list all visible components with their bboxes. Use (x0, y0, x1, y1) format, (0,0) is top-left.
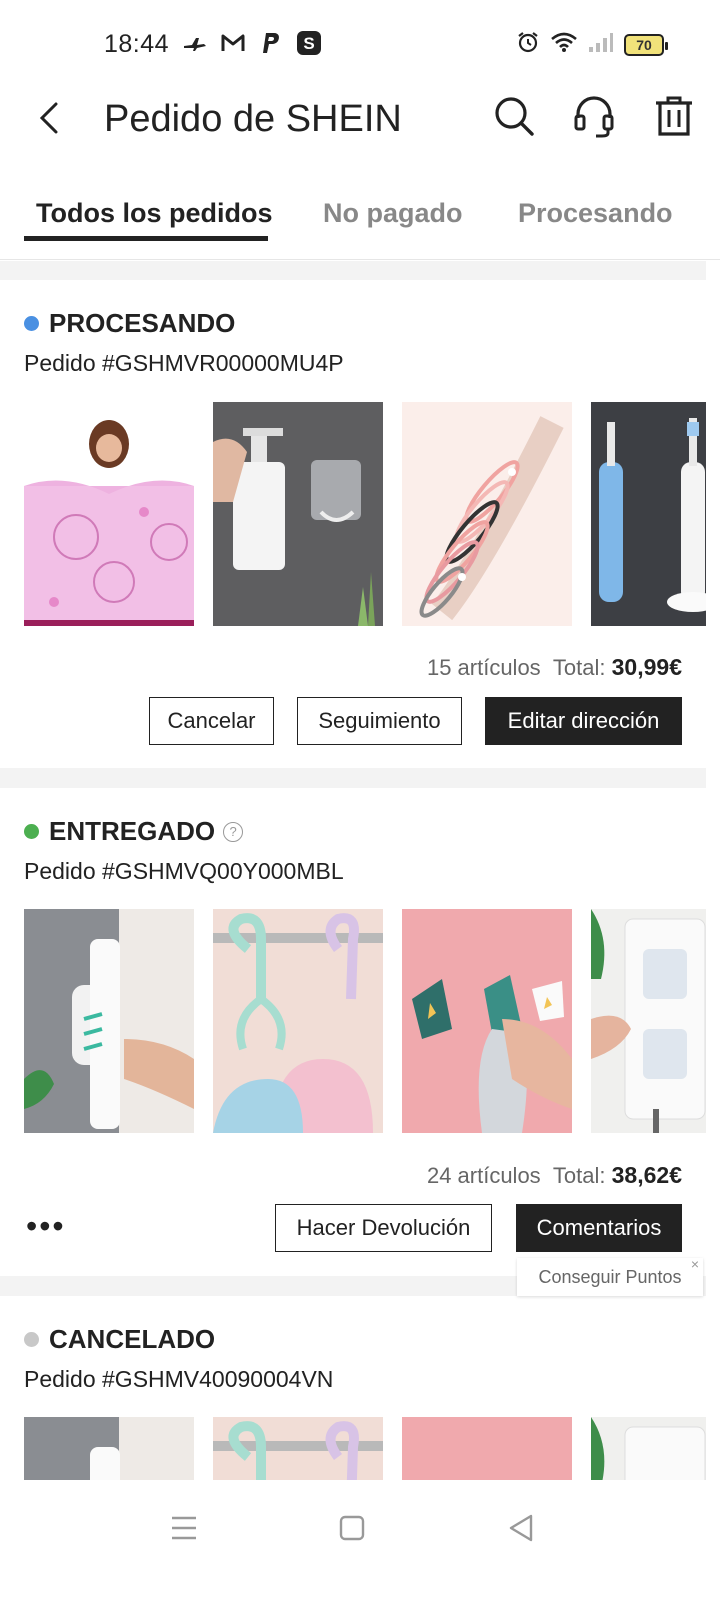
paypal-icon (258, 30, 284, 56)
status-time: 18:44 (104, 30, 170, 58)
product-thumbnails[interactable] (24, 909, 706, 1133)
order-status: ENTREGADO ? (24, 816, 244, 847)
order-card: CANCELADO Pedido #GSHMV40090004VN (0, 1296, 706, 1480)
product-image-wall-socket-holder[interactable] (591, 1417, 706, 1480)
status-label: ENTREGADO (49, 816, 216, 846)
status-label: PROCESANDO (49, 308, 236, 338)
product-image-power-strip-holder[interactable] (24, 1417, 194, 1480)
status-label: CANCELADO (49, 1324, 216, 1354)
home-square-icon[interactable] (332, 1508, 372, 1548)
help-icon[interactable]: ? (223, 821, 244, 842)
order-summary: 24 artículos Total: 38,62€ (427, 1162, 682, 1189)
system-nav-bar (0, 1480, 720, 1600)
product-thumbnails[interactable] (24, 402, 706, 626)
order-status: CANCELADO (24, 1324, 215, 1355)
total-label: Total: (552, 655, 606, 680)
status-bar: 18:44 S 70 (0, 0, 720, 88)
active-tab-indicator (24, 236, 268, 241)
edit-address-button[interactable]: Editar dirección (485, 697, 682, 745)
order-total: 38,62€ (611, 1162, 682, 1188)
back-arrow-icon[interactable] (30, 98, 70, 138)
total-label: Total: (552, 1163, 606, 1188)
trash-icon[interactable] (652, 94, 696, 138)
plane-icon (182, 30, 208, 56)
order-card: ENTREGADO ? Pedido #GSHMVQ00Y000MBL 24 a… (0, 788, 706, 1276)
status-dot (24, 824, 39, 839)
headset-icon[interactable] (572, 94, 616, 138)
product-image-wall-socket-holder[interactable] (591, 909, 706, 1133)
product-image-towel[interactable] (24, 402, 194, 626)
s-app-icon: S (296, 30, 322, 56)
order-status: PROCESANDO (24, 308, 235, 339)
order-total: 30,99€ (611, 654, 682, 680)
product-image-soap-holder[interactable] (213, 402, 383, 626)
more-options-icon[interactable]: ••• (26, 1208, 66, 1245)
svg-text:S: S (303, 34, 314, 53)
product-image-towel-holder[interactable] (402, 1417, 572, 1480)
close-icon[interactable]: × (691, 1256, 699, 1272)
tab-procesando[interactable]: Procesando (518, 198, 673, 229)
product-image-toothbrush-holder[interactable] (591, 402, 706, 626)
order-number[interactable]: Pedido #GSHMVR00000MU4P (24, 350, 344, 377)
return-button[interactable]: Hacer Devolución (275, 1204, 492, 1252)
cancel-button[interactable]: Cancelar (149, 697, 274, 745)
section-divider (0, 768, 706, 788)
order-number[interactable]: Pedido #GSHMV40090004VN (24, 1366, 333, 1393)
gmail-icon (220, 30, 246, 56)
search-icon[interactable] (492, 94, 536, 138)
items-count: 24 artículos (426, 1163, 541, 1188)
section-divider (0, 261, 706, 280)
back-triangle-icon[interactable] (501, 1508, 541, 1548)
tracking-button[interactable]: Seguimiento (297, 697, 462, 745)
items-count: 15 artículos (426, 655, 541, 680)
product-image-hair-ties[interactable] (402, 402, 572, 626)
tooltip-text: Conseguir Puntos (538, 1266, 682, 1287)
order-summary: 15 artículos Total: 30,99€ (427, 654, 682, 681)
points-tooltip[interactable]: Conseguir Puntos × (517, 1256, 703, 1296)
menu-icon[interactable] (164, 1508, 204, 1548)
status-dot (24, 1332, 39, 1347)
order-tabs: Todos los pedidos No pagado Procesando (0, 180, 720, 260)
alarm-icon (516, 30, 540, 59)
tab-no-pagado[interactable]: No pagado (323, 198, 463, 229)
page-title: Pedido de SHEIN (104, 98, 402, 140)
order-number[interactable]: Pedido #GSHMVQ00Y000MBL (24, 858, 344, 885)
product-image-power-strip-holder[interactable] (24, 909, 194, 1133)
signal-icon (588, 31, 614, 58)
app-header: Pedido de SHEIN (0, 88, 720, 152)
order-card: PROCESANDO Pedido #GSHMVR00000MU4P 15 ar… (0, 280, 706, 768)
product-image-bag-hanger[interactable] (213, 909, 383, 1133)
battery-icon: 70 (624, 33, 668, 56)
tab-todos-los-pedidos[interactable]: Todos los pedidos (36, 198, 273, 229)
reviews-button[interactable]: Comentarios (516, 1204, 682, 1252)
product-image-bag-hanger[interactable] (213, 1417, 383, 1480)
wifi-icon (550, 31, 578, 58)
product-image-towel-holder[interactable] (402, 909, 572, 1133)
product-thumbnails[interactable] (24, 1417, 706, 1480)
status-dot (24, 316, 39, 331)
